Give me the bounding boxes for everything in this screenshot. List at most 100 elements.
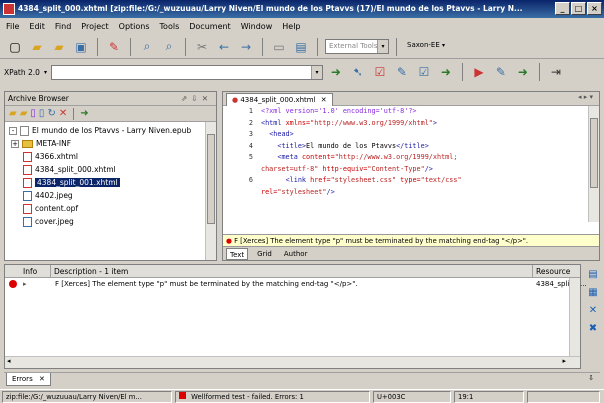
filter-icon[interactable]: ▤ [586,268,600,282]
external-tools-label: External Tools [329,42,378,50]
indent-icon[interactable]: ⇥ [547,63,565,81]
scrollbar-thumb[interactable] [207,134,215,224]
code-area[interactable]: 1 <?xml version='1.0' encoding='utf-8'?> … [223,106,599,198]
error-message-bar[interactable]: ● F [Xerces] The element type "p" must b… [223,234,599,246]
external-tools-combo[interactable]: External Tools ▾ [325,39,389,54]
panel-controls-icon[interactable]: ⇗⇩✕ [181,92,212,106]
expand-arrow-icon[interactable]: ▸ [23,278,27,290]
back-icon[interactable]: ← [215,38,233,56]
tab-grid[interactable]: Grid [254,248,275,260]
transformer-combo[interactable]: Saxon-EE ▾ [404,39,448,54]
delete-icon[interactable]: ✕ [59,108,67,119]
status-encoding: U+003C [373,391,451,403]
menu-find[interactable]: Find [55,22,71,31]
tree-item-file[interactable]: content.opf [9,202,216,215]
menu-project[interactable]: Project [81,22,108,31]
close-button[interactable]: × [587,2,602,15]
tree-item-epub[interactable]: - El mundo de los Ptavvs - Larry Niven.e… [9,124,216,137]
refresh-icon[interactable]: ↻ [47,108,55,119]
maximize-button[interactable]: □ [571,2,586,15]
forward-icon[interactable]: → [237,38,255,56]
code-line: 6 <link href="stylesheet.css" type="text… [223,175,599,187]
tag-icon[interactable]: ➷ [349,63,367,81]
scroll-right-icon[interactable]: ▸ [562,357,566,365]
validate-schema-icon[interactable]: ☑ [415,63,433,81]
toolbar-separator [185,37,186,56]
tab-nav-icon[interactable]: ◂ ▸ ▾ [578,93,593,101]
errors-tab-label: Errors [12,375,33,383]
run-icon[interactable]: ➜ [437,63,455,81]
chevron-down-icon[interactable]: ▾ [44,69,47,76]
status-bar: zip:file:/G:/_wuzuuau/Larry Niven/El m..… [0,389,604,403]
new-folder-icon[interactable]: ▰ [20,108,28,119]
debug-icon[interactable]: ✎ [492,63,510,81]
xhtml-file-icon [23,164,32,175]
tree-item-file[interactable]: 4366.xhtml [9,150,216,163]
remove-icon[interactable]: ✕ [586,304,600,318]
archive-scrollbar[interactable] [205,122,216,260]
xpath-version-label[interactable]: XPath 2.0 [4,68,40,77]
check-wellformed-icon[interactable]: ✎ [393,63,411,81]
archive-browser-header: Archive Browser ⇗⇩✕ [5,92,216,106]
new-file-icon[interactable]: ▯ [30,108,36,119]
tab-author[interactable]: Author [281,248,311,260]
validate-icon[interactable]: ☑ [371,63,389,81]
open-url-icon[interactable]: ▰ [50,38,68,56]
code-text: <link href="stylesheet.css" type="text/c… [285,176,462,184]
expand-icon[interactable]: + [11,139,19,148]
open-folder-icon[interactable]: ▰ [28,38,46,56]
tab-text[interactable]: Text [226,247,249,260]
result-row[interactable]: ▸ F [Xerces] The element type "p" must b… [5,278,587,290]
scrollbar-thumb[interactable] [590,118,598,188]
collapse-icon[interactable]: - [9,126,17,135]
tree-item-file-selected[interactable]: 4384_split_001.xhtml [9,176,216,189]
tab-label: 4384_split_000.xhtml [240,96,316,104]
grid-icon[interactable]: ▦ [586,286,600,300]
layout-icon[interactable]: ▭ [270,38,288,56]
results-header: Info Description - 1 item Resource [5,265,580,278]
editor-scrollbar[interactable] [588,106,599,222]
toolbar-separator [538,63,540,81]
open-archive-icon[interactable]: ▰ [9,108,17,119]
column-info[interactable]: Info [5,265,51,278]
add-file-icon[interactable]: ▯ [39,108,45,119]
tree-item-file[interactable]: 4384_split_000.xhtml [9,163,216,176]
tree-item-file[interactable]: 4402.jpeg [9,189,216,202]
menu-file[interactable]: File [6,22,19,31]
tree-item-meta-inf[interactable]: + META-INF [9,137,216,150]
xpath-input[interactable]: ▾ [50,64,323,80]
menu-tools[interactable]: Tools [160,22,180,31]
close-tab-icon[interactable]: ✕ [321,96,327,104]
print-icon[interactable]: ✎ [105,38,123,56]
remove-all-icon[interactable]: ✖ [586,322,600,336]
minimize-button[interactable]: _ [555,2,570,15]
xpath-toolbar: XPath 2.0 ▾ ▾ ➜ ➷ ☑ ✎ ☑ ➜ ▶ ✎ ➜ ⇥ [0,60,604,84]
run-xpath-icon[interactable]: ➜ [327,63,345,81]
menu-edit[interactable]: Edit [29,22,45,31]
scroll-left-icon[interactable]: ◂ [7,357,11,365]
close-tab-icon[interactable]: ✕ [39,375,45,383]
column-resource[interactable]: Resource [533,265,580,278]
results-scrollbar[interactable] [569,278,580,356]
menu-help[interactable]: Help [282,22,300,31]
menu-options[interactable]: Options [119,22,150,31]
views-icon[interactable]: ▤ [292,38,310,56]
save-icon[interactable]: ▣ [72,38,90,56]
tab-menu-icon[interactable]: ⇩ [588,374,594,382]
cut-icon[interactable]: ✂ [193,38,211,56]
results-hscrollbar[interactable]: ◂ ▸ [5,356,580,368]
find-icon[interactable]: ⌕ [138,38,156,56]
extract-icon[interactable]: ➜ [80,108,88,119]
menu-document[interactable]: Document [189,22,230,31]
transform-icon[interactable]: ▶ [470,63,488,81]
tab-errors[interactable]: Errors ✕ [6,373,51,386]
new-file-icon[interactable]: ▢ [6,38,24,56]
find-replace-icon[interactable]: ⌕ [160,38,178,56]
status-extra [527,391,600,403]
folder-icon [22,139,33,148]
apply-icon[interactable]: ➜ [514,63,532,81]
tab-4384-split-000[interactable]: ● 4384_split_000.xhtml ✕ [226,93,333,106]
menu-window[interactable]: Window [241,22,273,31]
column-description[interactable]: Description - 1 item [51,265,533,278]
tree-item-file[interactable]: cover.jpeg [9,215,216,228]
